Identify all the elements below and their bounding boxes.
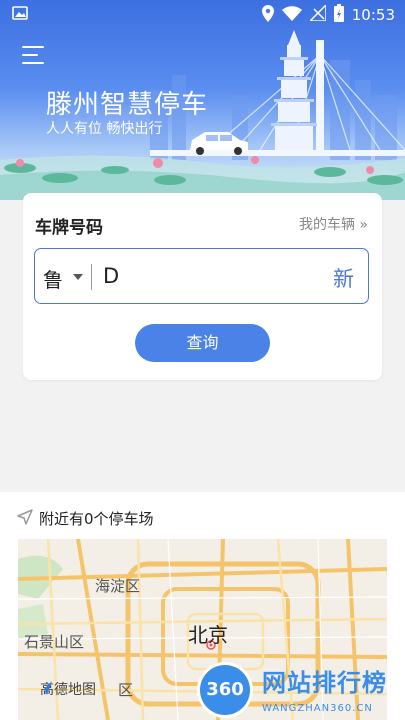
divider	[91, 264, 92, 290]
app-slogan: 人人有位 畅快出行	[46, 121, 163, 137]
clock-time: 10:53	[351, 6, 395, 24]
watermark-url: WANGZHAN360.CN	[262, 703, 373, 714]
navigation-arrow-icon	[17, 508, 33, 529]
province-selector[interactable]: 鲁	[43, 264, 63, 293]
plate-number-input[interactable]	[103, 261, 303, 291]
battery-icon	[333, 4, 344, 26]
plate-query-card: 车牌号码 我的车辆 » 鲁 新 查询	[23, 193, 382, 380]
watermark-name: 网站排行榜	[262, 669, 387, 697]
new-energy-toggle[interactable]: 新	[333, 263, 354, 293]
plate-input-box[interactable]: 鲁 新	[34, 248, 369, 304]
chevron-down-icon[interactable]	[73, 274, 83, 280]
map-label-shijingshan: 石景山区	[24, 633, 85, 651]
map-label-haidian: 海淀区	[95, 577, 141, 595]
location-icon	[261, 4, 274, 26]
nearby-header: 附近有0个停车场	[17, 508, 154, 529]
map-label-district: 区	[118, 681, 134, 699]
query-button[interactable]: 查询	[135, 324, 270, 362]
map-provider-logo: 高德地图	[36, 679, 96, 699]
plate-section-title: 车牌号码	[35, 218, 103, 238]
signal-icon	[307, 3, 327, 25]
wifi-icon	[281, 5, 302, 25]
nearby-count-label: 附近有0个停车场	[39, 510, 154, 528]
status-bar: 10:53	[0, 0, 405, 28]
menu-button[interactable]	[22, 46, 48, 66]
my-vehicles-link[interactable]: 我的车辆 »	[299, 214, 368, 234]
watermark-badge: 360	[200, 665, 250, 715]
app-title: 滕州智慧停车	[46, 90, 209, 120]
gallery-notification-icon	[12, 5, 28, 25]
map-label-beijing: 北京	[188, 623, 228, 647]
site-watermark: 360 网站排行榜 WANGZHAN360.CN	[200, 659, 405, 720]
